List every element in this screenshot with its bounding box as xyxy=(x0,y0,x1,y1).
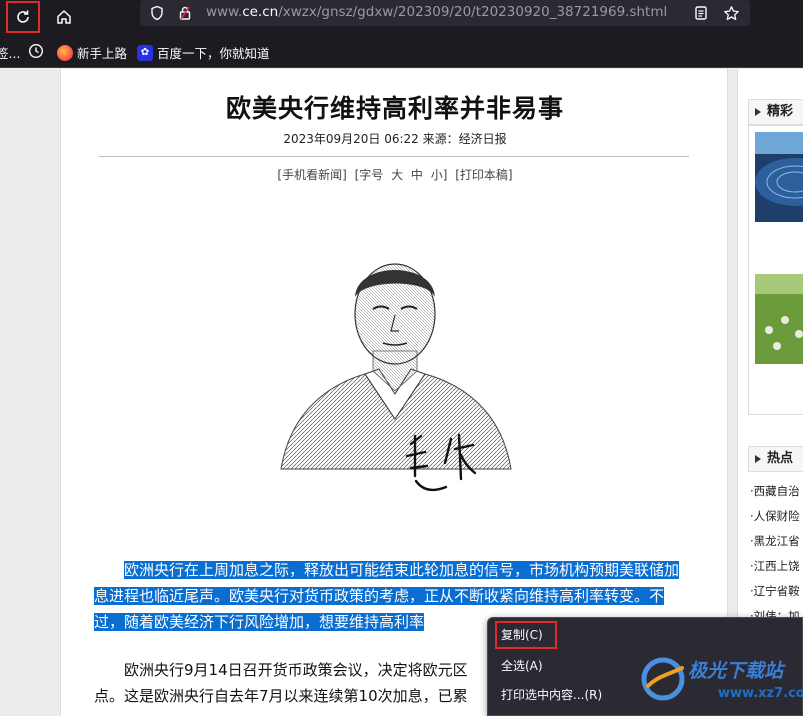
featured-box xyxy=(748,125,803,415)
baidu-paw-icon: ✿ xyxy=(137,44,153,61)
star-bookmark-icon[interactable] xyxy=(720,2,742,24)
hot-news-list: ·西藏自治 ·人保财险 ·黑龙江省 ·江西上饶 ·辽宁省鞍 ·刘伟：加 xyxy=(750,479,800,629)
hot-news-item[interactable]: ·西藏自治 xyxy=(750,479,800,504)
browser-toolbar: www.ce.cn/xwzx/gnsz/gdxw/202309/20/t2023… xyxy=(0,0,803,36)
article-title: 欧美央行维持高利率并非易事 xyxy=(225,94,564,123)
address-bar[interactable]: www.ce.cn/xwzx/gnsz/gdxw/202309/20/t2023… xyxy=(140,0,750,26)
context-menu-print-selection[interactable]: 打印选中内容...(R) xyxy=(496,682,602,708)
watermark-url: www.xz7.com xyxy=(718,686,803,701)
bookmarks-bar: 签... 新手上路 ✿ 百度一下，你就知道 xyxy=(0,36,803,68)
divider xyxy=(99,156,689,157)
featured-thumbnail-field[interactable] xyxy=(755,274,803,364)
reload-icon xyxy=(17,10,29,23)
home-button[interactable] xyxy=(48,2,80,32)
author-portrait-image xyxy=(280,263,512,492)
article-meta: 2023年09月20日 06:22 来源：经济日报 xyxy=(283,132,507,146)
context-menu-copy[interactable]: 复制(C) xyxy=(495,621,557,649)
watermark-text: 极光下载站 xyxy=(688,660,784,682)
reader-view-icon[interactable] xyxy=(690,2,712,24)
sidebar-heading-featured: 精彩 xyxy=(748,99,803,125)
bookmark-getting-started[interactable]: 新手上路 xyxy=(57,43,127,62)
watermark-logo-icon xyxy=(641,657,685,701)
reload-button[interactable] xyxy=(6,1,40,33)
featured-thumbnail-solar[interactable] xyxy=(755,132,803,222)
hot-news-item[interactable]: ·人保财险 xyxy=(750,504,800,529)
lock-icon[interactable] xyxy=(174,2,196,24)
hot-news-item[interactable]: ·辽宁省鞍 xyxy=(750,579,800,604)
site-watermark: 极光下载站 www.xz7.com xyxy=(640,650,803,712)
url-text[interactable]: www.ce.cn/xwzx/gnsz/gdxw/202309/20/t2023… xyxy=(206,4,667,20)
sidebar-heading-hot: 热点 xyxy=(748,446,803,472)
home-icon xyxy=(57,10,71,24)
history-clock-icon[interactable] xyxy=(28,43,44,59)
bookmark-baidu[interactable]: ✿ 百度一下，你就知道 xyxy=(137,43,270,62)
hot-news-item[interactable]: ·江西上饶 xyxy=(750,554,800,579)
article-tools[interactable]: [手机看新闻] [字号 大 中 小] [打印本稿] xyxy=(61,166,729,183)
context-menu-select-all[interactable]: 全选(A) xyxy=(496,653,543,679)
firefox-icon xyxy=(57,44,73,61)
shield-icon[interactable] xyxy=(146,2,168,24)
hot-news-item[interactable]: ·黑龙江省 xyxy=(750,529,800,554)
bookmark-item-truncated[interactable]: 签... xyxy=(0,43,20,62)
